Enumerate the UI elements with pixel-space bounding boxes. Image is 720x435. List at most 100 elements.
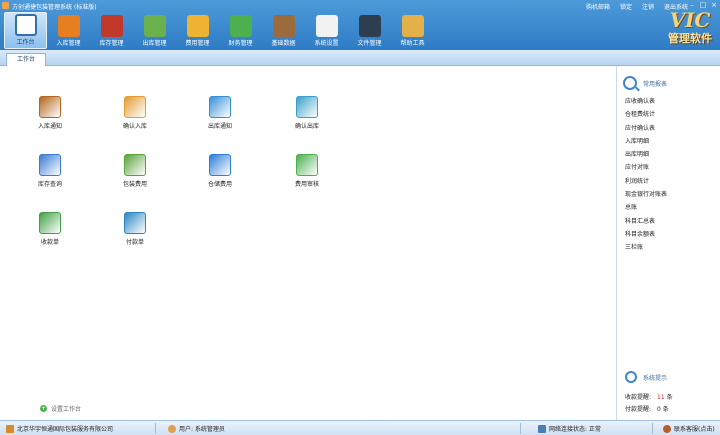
report-link[interactable]: 仓租费统计 xyxy=(625,108,667,121)
report-link[interactable]: 总账 xyxy=(625,201,667,214)
report-link[interactable]: 应付确认表 xyxy=(625,122,667,135)
clock-icon xyxy=(625,371,637,383)
network-status: 网络连接状态: 正常 xyxy=(538,424,601,433)
confirm-inbound-icon xyxy=(124,96,146,118)
receipt-reminder-label: 收款提醒: xyxy=(625,394,652,401)
workbench-shortcut[interactable]: 仓储费用 xyxy=(185,154,255,188)
storage-fee-icon xyxy=(209,154,231,176)
reports-title: 常用报表 xyxy=(643,80,668,88)
brand-subtitle: 管理软件 xyxy=(668,32,712,45)
workbench-shortcut-label: 仓储费用 xyxy=(207,181,232,188)
phone-icon xyxy=(358,15,381,37)
workbench-area: + 设置工作台 入库通知 确认入库 出库通知 确认出库库存查询 包装费用 仓储费用 费用审核… xyxy=(0,66,616,420)
toolbar-button-9[interactable]: 帮助工具 xyxy=(391,12,434,49)
bill-icon xyxy=(186,15,209,37)
logout-link[interactable]: 注销 xyxy=(642,2,654,11)
workbench-shortcut-label: 库存查询 xyxy=(37,181,62,188)
report-link[interactable]: 出库明细 xyxy=(625,148,667,161)
home-icon xyxy=(6,424,14,433)
report-list: 应收确认表 仓租费统计 应付确认表 入库明细 出库明细 应付对账 利润统计 现金银行对账表 总账… xyxy=(625,95,667,255)
packing-fee-icon xyxy=(124,154,146,176)
receipt-icon xyxy=(39,212,61,234)
tools-icon xyxy=(401,15,424,37)
workbench-shortcut[interactable]: 确认出库 xyxy=(272,96,342,130)
tab-workbench[interactable]: 工作台 xyxy=(6,53,46,66)
report-link[interactable]: 利润统计 xyxy=(625,175,667,188)
inbound-notice-icon xyxy=(39,96,61,118)
magnifier-icon xyxy=(623,76,637,90)
report-link[interactable]: 入库明细 xyxy=(625,135,667,148)
stock-query-icon xyxy=(39,154,61,176)
workbench-shortcut[interactable]: 包装费用 xyxy=(100,154,170,188)
divider xyxy=(520,423,521,434)
toolbar-button-3[interactable]: 出库管理 xyxy=(133,12,176,49)
workbench-shortcut[interactable]: 确认入库 xyxy=(100,96,170,130)
receipt-reminder-unit: 条 xyxy=(666,394,673,401)
gear-icon xyxy=(315,15,338,37)
report-link[interactable]: 现金银行对账表 xyxy=(625,188,667,201)
toolbar-button-5[interactable]: 财务管理 xyxy=(219,12,262,49)
toolbar-label: 工作台 xyxy=(16,39,35,46)
main-toolbar: 工作台 入库管理 库存管理 出库管理 费用管理 财务管理 基础数据 系统设置 文件管理 帮助工具 xyxy=(4,12,434,49)
toolbar-button-8[interactable]: 文件管理 xyxy=(348,12,391,49)
workbench-shortcut[interactable]: 出库通知 xyxy=(185,96,255,130)
lock-link[interactable]: 锁定 xyxy=(620,2,632,11)
workbench-shortcut[interactable]: 入库通知 xyxy=(15,96,85,130)
network-icon xyxy=(538,424,546,433)
receipt-reminder[interactable]: 收款提醒: 11 条 xyxy=(625,392,673,401)
title-bar: 方创通捷包装管理系统 (标准版) 购机邮箱 锁定 注销 退出系统 – □ × 工… xyxy=(0,0,720,50)
toolbar-button-2[interactable]: 库存管理 xyxy=(90,12,133,49)
workbench-shortcut-label: 费用审核 xyxy=(294,181,319,188)
box-in-icon xyxy=(57,15,80,37)
toolbar-label: 帮助工具 xyxy=(400,40,425,47)
workbench-shortcut-label: 确认入库 xyxy=(122,123,147,130)
toolbar-label: 基础数据 xyxy=(271,40,296,47)
purchase-mailbox-link[interactable]: 购机邮箱 xyxy=(586,2,610,11)
workbench-shortcut-label: 入库通知 xyxy=(37,123,62,130)
tab-strip: 工作台 xyxy=(0,50,720,66)
brand-name: VIC xyxy=(669,8,711,32)
workbench-shortcut[interactable]: 付款单 xyxy=(100,212,170,246)
toolbar-label: 文件管理 xyxy=(357,40,382,47)
report-link[interactable]: 三栏账 xyxy=(625,241,667,254)
toolbar-button-6[interactable]: 基础数据 xyxy=(262,12,305,49)
close-button[interactable]: × xyxy=(710,1,718,9)
toolbar-button-1[interactable]: 入库管理 xyxy=(47,12,90,49)
workbench-shortcut[interactable]: 费用审核 xyxy=(272,154,342,188)
workbench-shortcut-label: 付款单 xyxy=(125,239,144,246)
support-icon xyxy=(663,424,671,433)
toolbar-label: 出库管理 xyxy=(142,40,167,47)
divider xyxy=(652,423,653,434)
company-status: 北京华宇恒通国际包装服务有限公司 xyxy=(6,424,113,433)
workbench-shortcut[interactable]: 收款单 xyxy=(15,212,85,246)
status-bar: 北京华宇恒通国际包装服务有限公司 用户: 系统管理员 网络连接状态: 正常 联系… xyxy=(0,420,720,435)
report-link[interactable]: 科目余额表 xyxy=(625,228,667,241)
fee-audit-icon xyxy=(296,154,318,176)
payment-reminder-count: 0 xyxy=(657,406,661,413)
workbench-shortcut[interactable]: 库存查询 xyxy=(15,154,85,188)
toolbar-label: 入库管理 xyxy=(56,40,81,47)
cabinet-icon xyxy=(272,15,295,37)
box-out-icon xyxy=(143,15,166,37)
payment-reminder[interactable]: 付款提醒: 0 条 xyxy=(625,404,669,413)
report-link[interactable]: 应收确认表 xyxy=(625,95,667,108)
receipt-reminder-count: 11 xyxy=(657,394,665,401)
setup-workbench-label: 设置工作台 xyxy=(51,406,82,413)
system-tips-header: 系统提示 xyxy=(625,371,667,383)
brand-logo: VIC 管理软件 xyxy=(668,10,712,46)
contact-support-label: 联系客服(点击) xyxy=(674,426,715,433)
setup-workbench-button[interactable]: + 设置工作台 xyxy=(40,404,81,413)
payment-icon xyxy=(124,212,146,234)
system-tips-title: 系统提示 xyxy=(643,374,668,382)
contact-support-button[interactable]: 联系客服(点击) xyxy=(663,424,715,433)
toolbar-button-0[interactable]: 工作台 xyxy=(4,12,47,49)
report-link[interactable]: 科目汇总表 xyxy=(625,215,667,228)
current-user: 用户: 系统管理员 xyxy=(179,426,225,433)
toolbar-label: 库存管理 xyxy=(99,40,124,47)
payment-reminder-unit: 条 xyxy=(662,406,669,413)
report-link[interactable]: 应付对账 xyxy=(625,161,667,174)
toolbar-button-4[interactable]: 费用管理 xyxy=(176,12,219,49)
toolbar-button-7[interactable]: 系统设置 xyxy=(305,12,348,49)
desk-icon xyxy=(14,14,37,36)
toolbar-label: 费用管理 xyxy=(185,40,210,47)
